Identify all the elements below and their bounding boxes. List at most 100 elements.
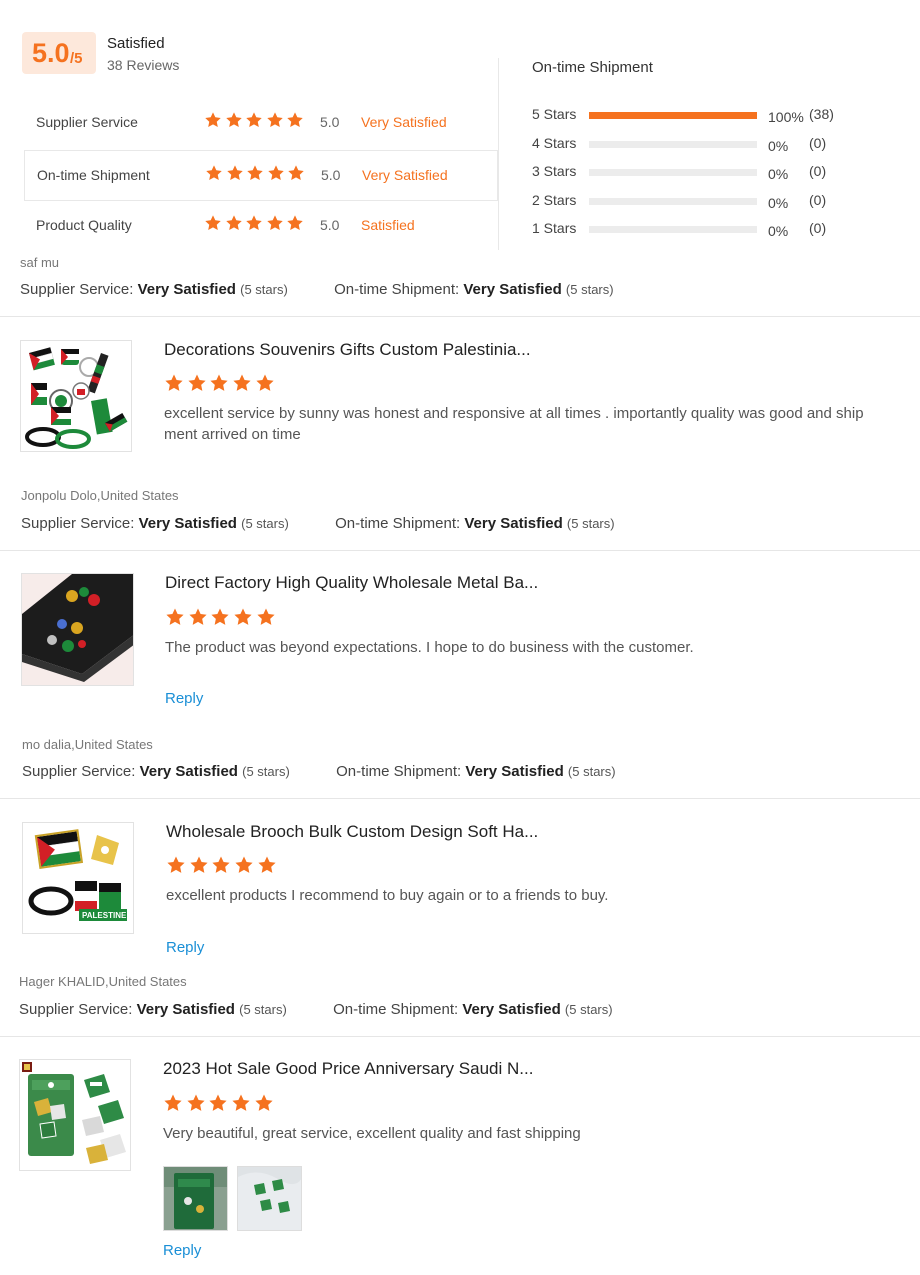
svg-text:FREE: FREE (39, 898, 60, 907)
star-rating (204, 214, 307, 236)
review-star-rating (164, 373, 277, 395)
service-ratings-line: Supplier Service: Very Satisfied (5 star… (19, 1001, 613, 1018)
supplier-service-value: Very Satisfied (136, 1001, 235, 1018)
review-comment: excellent service by sunny was honest an… (164, 405, 864, 443)
star-icon (163, 1093, 183, 1113)
distribution-row-4-stars: 4 Stars 0% (0) (532, 133, 852, 155)
star-icon (165, 607, 185, 627)
star-icon (210, 607, 230, 627)
supplier-service-label: Supplier Service: (19, 1001, 133, 1018)
review-star-rating (163, 1093, 276, 1115)
distribution-bar (589, 198, 757, 205)
star-icon (245, 214, 263, 232)
star-icon (245, 111, 263, 129)
star-icon (266, 214, 284, 232)
reviewer-name: Hager KHALID,United States (19, 974, 187, 989)
star-icon (267, 164, 285, 182)
service-ratings-line: Supplier Service: Very Satisfied (5 star… (20, 281, 614, 298)
product-thumbnail[interactable] (19, 1059, 131, 1171)
product-thumbnail[interactable] (21, 573, 134, 686)
shipment-distribution-title: On-time Shipment (532, 59, 653, 76)
rating-label: On-time Shipment (37, 167, 150, 183)
saudi-pins-image (20, 1060, 130, 1170)
ontime-shipment-label: On-time Shipment: (336, 763, 462, 780)
rating-satisfaction: Very Satisfied (362, 167, 448, 183)
supplier-service-label: Supplier Service: (22, 763, 136, 780)
review-photo-image (238, 1167, 301, 1230)
distribution-label: 3 Stars (532, 163, 577, 179)
distribution-count: (0) (809, 220, 827, 236)
review-star-rating (166, 855, 279, 877)
ontime-shipment-label: On-time Shipment: (334, 281, 460, 298)
supplier-service-stars: (5 stars) (242, 764, 290, 779)
review-star-rating (165, 607, 278, 629)
rating-satisfaction: Satisfied (361, 217, 415, 233)
svg-text:PALESTINE: PALESTINE (82, 911, 127, 920)
distribution-row-1-stars: 1 Stars 0% (0) (532, 218, 852, 240)
distribution-percent: 100% (768, 109, 804, 125)
star-icon (205, 164, 223, 182)
product-title-link[interactable]: Direct Factory High Quality Wholesale Me… (165, 573, 538, 593)
review-photo-image (164, 1167, 227, 1230)
ontime-shipment-value: Very Satisfied (463, 281, 562, 298)
star-icon (287, 164, 305, 182)
supplier-service-stars: (5 stars) (239, 1002, 287, 1017)
reply-link[interactable]: Reply (163, 1242, 201, 1259)
distribution-bar (589, 112, 757, 119)
reply-link[interactable]: Reply (165, 690, 203, 707)
reviewer-name: Jonpolu Dolo,United States (21, 488, 179, 503)
review-divider (0, 550, 920, 551)
star-icon (266, 111, 284, 129)
product-title-link[interactable]: Wholesale Brooch Bulk Custom Design Soft… (166, 822, 538, 842)
star-icon (226, 164, 244, 182)
ontime-shipment-value: Very Satisfied (462, 1001, 561, 1018)
distribution-percent: 0% (768, 138, 789, 154)
supplier-service-value: Very Satisfied (138, 515, 237, 532)
review-comment: The product was beyond expectations. I h… (165, 639, 694, 656)
ontime-shipment-label: On-time Shipment: (335, 515, 461, 532)
rating-summary: 5.0 /5 Satisfied 38 Reviews Supplier Ser… (0, 0, 920, 250)
distribution-label: 4 Stars (532, 135, 577, 151)
distribution-count: (38) (809, 106, 834, 122)
reply-link[interactable]: Reply (166, 939, 204, 956)
distribution-label: 5 Stars (532, 106, 577, 122)
rating-row-supplier-service: Supplier Service 5.0 Very Satisfied (24, 98, 498, 149)
star-icon (204, 111, 222, 129)
supplier-service-label: Supplier Service: (21, 515, 135, 532)
rating-row-product-quality: Product Quality 5.0 Satisfied (24, 201, 498, 252)
star-icon (286, 111, 304, 129)
distribution-percent: 0% (768, 195, 789, 211)
rating-row-ontime-shipment: On-time Shipment 5.0 Very Satisfied (24, 150, 498, 201)
product-thumbnail[interactable]: FREE PALESTINE (22, 822, 134, 934)
overall-score-max: /5 (70, 50, 83, 67)
rating-score: 5.0 (320, 114, 340, 130)
star-icon (255, 373, 275, 393)
star-icon (286, 214, 304, 232)
rating-score: 5.0 (321, 167, 341, 183)
product-title-link[interactable]: Decorations Souvenirs Gifts Custom Pales… (164, 340, 531, 360)
product-title-link[interactable]: 2023 Hot Sale Good Price Anniversary Sau… (163, 1059, 533, 1079)
review-photo[interactable] (163, 1166, 228, 1231)
distribution-percent: 0% (768, 223, 789, 239)
palestine-souvenirs-image (21, 341, 131, 451)
star-rating (205, 164, 308, 186)
star-icon (257, 855, 277, 875)
review-divider (0, 316, 920, 317)
supplier-service-value: Very Satisfied (137, 281, 236, 298)
distribution-count: (0) (809, 192, 827, 208)
star-icon (211, 855, 231, 875)
distribution-bar (589, 141, 757, 148)
ontime-shipment-stars: (5 stars) (564, 1002, 613, 1017)
review-divider (0, 798, 920, 799)
review-photo[interactable] (237, 1166, 302, 1231)
overall-score-badge: 5.0 /5 (22, 32, 96, 74)
ontime-shipment-stars: (5 stars) (567, 764, 616, 779)
supplier-service-stars: (5 stars) (241, 516, 289, 531)
rating-label: Product Quality (36, 217, 132, 233)
star-icon (232, 373, 252, 393)
star-rating (204, 111, 307, 133)
ontime-shipment-value: Very Satisfied (464, 515, 563, 532)
distribution-percent: 0% (768, 166, 789, 182)
product-thumbnail[interactable] (20, 340, 132, 452)
star-icon (254, 1093, 274, 1113)
